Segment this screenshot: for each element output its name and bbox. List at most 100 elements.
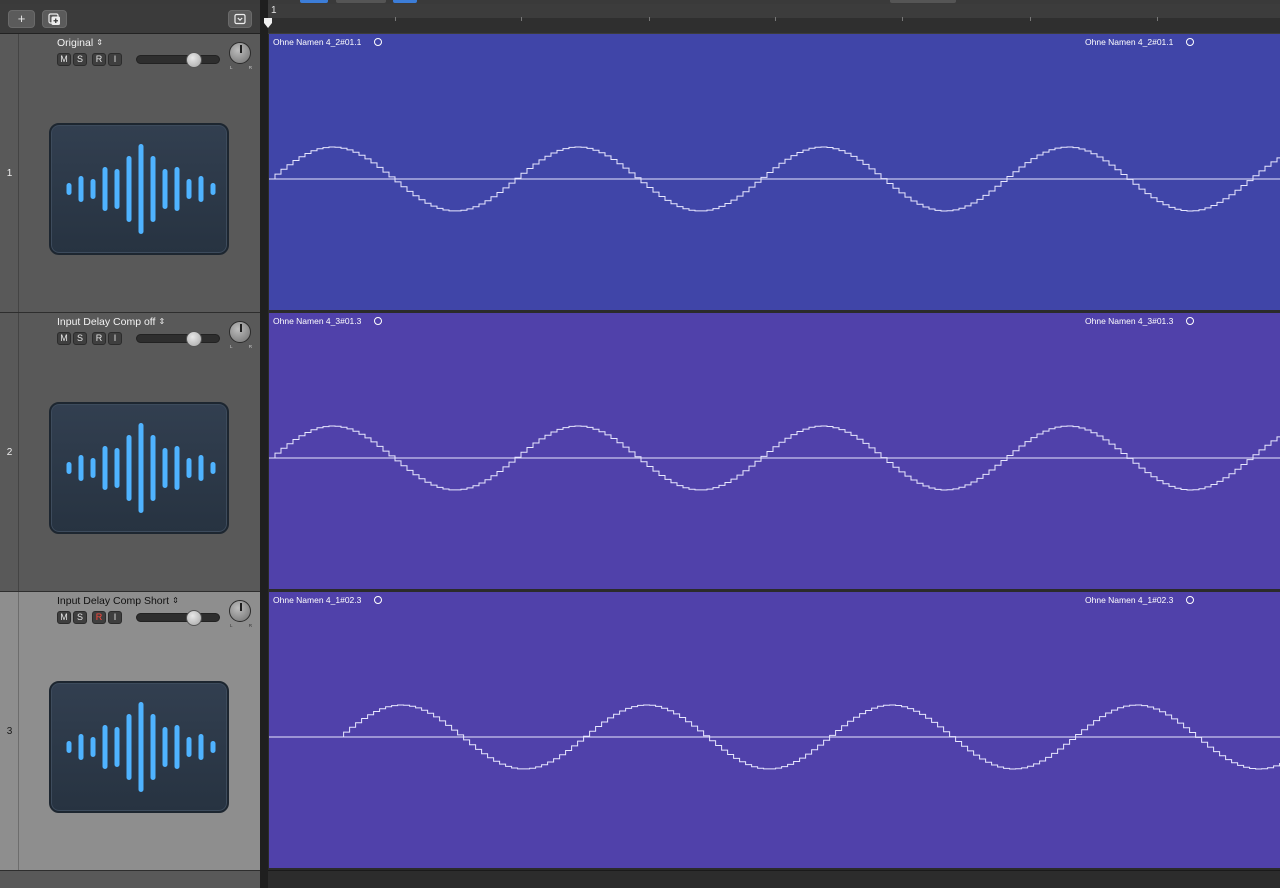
input-monitoring-button[interactable]: I [108,53,122,66]
icon-wave-bar [90,179,96,199]
audio-waveform-icon [66,144,216,234]
icon-wave-bar [174,725,180,769]
pan-indicator [240,45,242,53]
add-track-button[interactable]: + [8,10,35,28]
global-tracks-button[interactable] [228,10,252,28]
solo-button[interactable]: S [73,611,87,624]
icon-wave-bar [114,727,120,767]
icon-wave-bar [78,455,84,481]
track-header-1[interactable]: 1 Original ⇕ M S R I LR [0,34,260,313]
input-monitoring-button[interactable]: I [108,332,122,345]
global-tracks-icon [234,13,246,25]
icon-wave-bar [150,714,156,780]
icon-wave-bar [90,458,96,478]
icon-wave-bar [102,167,108,211]
track-name-field[interactable]: Input Delay Comp Short ⇕ [57,595,179,607]
ruler-tick [775,17,776,21]
icon-wave-bar [186,737,192,757]
volume-fader[interactable] [136,610,220,626]
volume-fader[interactable] [136,52,220,68]
audio-waveform-icon [66,702,216,792]
icon-wave-bar [186,179,192,199]
chevron-updown-icon: ⇕ [158,317,166,326]
icon-wave-bar [126,156,132,222]
audio-region[interactable]: Ohne Namen 4_2#01.1 Ohne Namen 4_2#01.1 [269,34,1280,310]
mute-button[interactable]: M [57,611,71,624]
icon-wave-bar [162,448,168,488]
pan-indicator [240,324,242,332]
solo-button[interactable]: S [73,332,87,345]
region-waveform [269,425,1280,491]
icon-wave-bar [186,458,192,478]
track-header-toolbar: + [0,4,260,34]
ruler-tick [395,17,396,21]
icon-wave-bar [198,176,204,202]
icon-wave-bar [138,144,144,234]
record-enable-button[interactable]: R [92,332,106,345]
input-monitoring-button[interactable]: I [108,611,122,624]
duplicate-track-button[interactable] [42,10,67,28]
icon-wave-bar [66,183,72,195]
track-buttons: M S R I [57,332,122,345]
icon-wave-bar [210,183,216,195]
region-waveform [269,146,1280,212]
icon-wave-bar [66,462,72,474]
track-icon[interactable] [49,681,229,813]
icon-wave-bar [102,446,108,490]
volume-fader[interactable] [136,331,220,347]
audio-region[interactable]: Ohne Namen 4_3#01.3 Ohne Namen 4_3#01.3 [269,313,1280,589]
track-icon[interactable] [49,123,229,255]
icon-wave-bar [198,734,204,760]
track-name-field[interactable]: Original ⇕ [57,37,103,49]
icon-wave-bar [78,734,84,760]
icon-wave-bar [174,167,180,211]
ruler-tick [649,17,650,21]
record-enable-button[interactable]: R [92,53,106,66]
icon-wave-bar [90,737,96,757]
record-enable-button[interactable]: R [92,611,106,624]
ruler-lower-strip [268,18,1280,33]
track-header-2[interactable]: 2 Input Delay Comp off ⇕ M S R I LR [0,313,260,592]
track-name: Original [57,37,94,49]
pan-indicator [240,603,242,611]
pan-scale: LR [230,65,252,70]
playhead-icon[interactable] [263,17,273,29]
volume-fader-knob[interactable] [185,331,202,347]
pan-knob[interactable] [229,600,251,622]
pan-knob[interactable] [229,42,251,64]
mute-button[interactable]: M [57,53,71,66]
icon-wave-bar [138,423,144,513]
track-header-3[interactable]: 3 Input Delay Comp Short ⇕ M S R I LR [0,592,260,871]
icon-wave-bar [114,169,120,209]
bar-ruler[interactable]: 1 [260,4,1280,34]
pan-knob[interactable] [229,321,251,343]
track-number: 3 [6,726,13,737]
track-number: 2 [6,447,13,458]
track-number: 1 [6,168,13,179]
icon-wave-bar [78,176,84,202]
icon-wave-bar [150,435,156,501]
toolbar-edge-highlight [393,0,417,3]
icon-wave-bar [174,446,180,490]
ruler-tick [521,17,522,21]
audio-region[interactable]: Ohne Namen 4_1#02.3 Ohne Namen 4_1#02.3 [269,592,1280,868]
icon-wave-bar [210,462,216,474]
chevron-updown-icon: ⇕ [96,38,103,47]
toolbar-edge-segment [890,0,956,3]
mute-button[interactable]: M [57,332,71,345]
track-icon[interactable] [49,402,229,534]
ruler-tick [1157,17,1158,21]
volume-fader-knob[interactable] [185,610,202,626]
track-name-field[interactable]: Input Delay Comp off ⇕ [57,316,165,328]
icon-wave-bar [210,741,216,753]
solo-button[interactable]: S [73,53,87,66]
toolbar-edge-highlight [300,0,328,3]
ruler-tick [1030,17,1031,21]
header-arrange-divider[interactable] [260,0,268,888]
track-headers: 1 Original ⇕ M S R I LR 2 Input Delay Com… [0,34,260,888]
pan-scale: LR [230,623,252,628]
tracks-area[interactable]: Ohne Namen 4_2#01.1 Ohne Namen 4_2#01.1 … [268,34,1280,888]
icon-wave-bar [138,702,144,792]
volume-fader-knob[interactable] [185,52,202,68]
track-name: Input Delay Comp Short [57,595,170,607]
